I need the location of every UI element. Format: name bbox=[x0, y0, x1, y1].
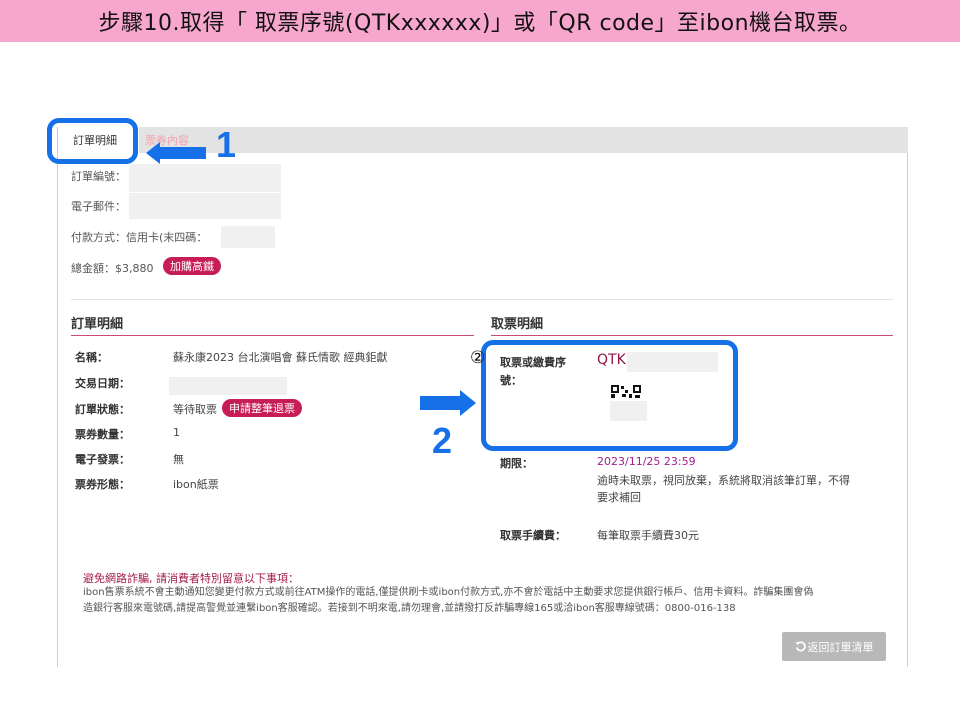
deadline-note-2: 要求補回 bbox=[597, 491, 641, 504]
row-date-redacted bbox=[169, 377, 287, 395]
fraud-warning-line1: ibon售票系統不會主動通知您變更付款方式或前往ATM操作的電話,僅提供刷卡或i… bbox=[83, 587, 814, 598]
row-date-key: 交易日期： bbox=[75, 377, 130, 390]
back-button-label: 返回訂單清單 bbox=[807, 640, 874, 654]
row-name-key: 名稱： bbox=[75, 351, 108, 364]
pickup-detail-title: 取票明細 bbox=[491, 317, 544, 332]
highlight-box-serial bbox=[481, 340, 738, 451]
arrow-left-icon bbox=[146, 142, 206, 164]
fraud-warning-line2: 造銀行客服來電號碼,請提高警覺並連繫ibon客服確認。若接到不明來電,請勿理會,… bbox=[83, 603, 736, 614]
row-quantity-value: 1 bbox=[173, 426, 180, 439]
payment-label: 付款方式：信用卡(末四碼： bbox=[71, 231, 208, 244]
fee-key: 取票手續費： bbox=[500, 529, 566, 542]
section-divider bbox=[71, 299, 893, 300]
row-ticket-type-value: ibon紙票 bbox=[173, 478, 219, 491]
row-ticket-type-key: 票券形態： bbox=[75, 478, 130, 491]
row-status-key: 訂單狀態： bbox=[75, 403, 130, 416]
step-banner-text: 步驟10.取得「 取票序號(QTKxxxxxx)」或「QR code」至ibon… bbox=[98, 11, 862, 36]
total-amount: 總金額：$3,880 bbox=[71, 262, 154, 275]
order-detail-title: 訂單明細 bbox=[71, 317, 124, 332]
deadline-note-1: 逾時未取票，視同放棄，系統將取消該筆訂單，不得 bbox=[597, 474, 850, 487]
row-name-value: 蘇永康2023 台北演唱會 蘇氏情歌 經典鉅獻 bbox=[173, 351, 388, 364]
order-number-label: 訂單編號： bbox=[71, 170, 126, 183]
back-to-order-list-button[interactable]: 返回訂單清單 bbox=[782, 632, 886, 661]
refund-button[interactable]: 申請整筆退票 bbox=[222, 399, 302, 417]
fee-value: 每筆取票手續費30元 bbox=[597, 529, 699, 542]
annotation-number-2: 2 bbox=[432, 420, 453, 461]
deadline-key: 期限： bbox=[500, 457, 533, 470]
order-detail-underline bbox=[71, 335, 474, 336]
row-invoice-value: 無 bbox=[173, 453, 184, 466]
email-redacted bbox=[129, 193, 281, 219]
email-label: 電子郵件： bbox=[71, 200, 126, 213]
deadline-value: 2023/11/25 23:59 bbox=[597, 455, 696, 468]
highlight-box-tab bbox=[47, 118, 138, 164]
step-banner: 步驟10.取得「 取票序號(QTKxxxxxx)」或「QR code」至ibon… bbox=[0, 0, 960, 42]
annotation-number-1: 1 bbox=[216, 124, 237, 165]
order-number-redacted bbox=[129, 164, 281, 192]
arrow-right-icon bbox=[420, 390, 476, 416]
undo-icon bbox=[794, 641, 806, 652]
row-quantity-key: 票券數量： bbox=[75, 428, 130, 441]
pickup-detail-underline bbox=[491, 335, 893, 336]
rail-addon-badge[interactable]: 加購高鐵 bbox=[163, 257, 221, 275]
row-status-value: 等待取票 bbox=[173, 403, 217, 416]
row-invoice-key: 電子發票： bbox=[75, 453, 130, 466]
fraud-warning-title: 避免網路詐騙, 請消費者特別留意以下事項： bbox=[83, 572, 299, 585]
circled-number-2: ② bbox=[470, 348, 486, 368]
card-digits-redacted bbox=[221, 226, 275, 248]
